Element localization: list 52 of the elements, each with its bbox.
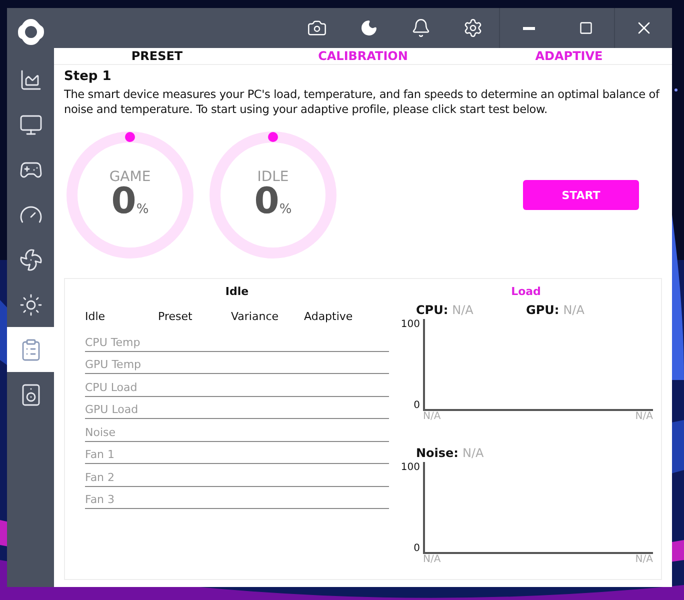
stat-value: N/A	[563, 303, 584, 319]
axis-label: 100	[400, 319, 420, 330]
column-header: Idle	[85, 310, 106, 322]
step-description: The smart device measures your PC's load, temperature, and fan speeds to determine an optimal balance of noise and temperature. To start using your adaptive profile, please click start test below.	[64, 87, 661, 117]
ring-unit: %	[136, 201, 149, 219]
monitor-icon	[18, 112, 42, 136]
settings-icon	[463, 18, 483, 38]
ring-label: GAME	[109, 169, 151, 185]
tab[interactable]: CALIBRATION	[260, 48, 466, 64]
chart-icon	[18, 68, 42, 92]
tab[interactable]: PRESET	[54, 48, 260, 64]
row-label: GPU Temp	[85, 352, 389, 374]
tab[interactable]: ADAPTIVE	[466, 48, 672, 64]
ring-value: 0	[254, 185, 280, 219]
logo-icon	[16, 17, 46, 47]
fan-icon	[18, 248, 42, 272]
row-label: Fan 2	[85, 464, 389, 486]
stat-value: N/A	[452, 303, 474, 319]
column-header: Adaptive	[304, 310, 354, 322]
bell-icon	[411, 18, 431, 38]
column-header: Variance	[231, 310, 280, 322]
axis-label: N/A	[423, 554, 441, 565]
stat-label: CPU:	[416, 303, 448, 319]
table-title: Idle	[224, 285, 250, 300]
row-label: CPU Temp	[85, 329, 389, 352]
axis-label: N/A	[635, 411, 653, 422]
axis-label: 100	[400, 462, 420, 473]
camera-icon	[307, 18, 327, 38]
sidebar-item[interactable]	[7, 327, 54, 372]
stat-label: Noise:	[416, 446, 458, 462]
axis-label: 0	[414, 400, 420, 411]
maximize-icon	[578, 21, 592, 35]
stat-value: N/A	[462, 446, 484, 462]
row-label: Noise	[85, 419, 389, 442]
column-header: Preset	[158, 310, 194, 322]
ring-value: 0	[111, 185, 136, 219]
axis-label: N/A	[423, 411, 441, 422]
moon-icon	[360, 19, 378, 37]
row-label: Fan 1	[85, 442, 389, 464]
row-label: CPU Load	[85, 374, 389, 396]
ring-label: IDLE	[257, 169, 289, 185]
axis-label: 0	[414, 543, 420, 554]
row-label: GPU Load	[85, 396, 389, 419]
axis-label: N/A	[635, 554, 653, 565]
sun-icon	[18, 292, 42, 316]
panel-title: Load	[510, 285, 542, 300]
minimize-icon	[522, 26, 534, 30]
stat-label: GPU:	[526, 303, 560, 319]
ring-unit: %	[279, 201, 292, 219]
step-title: Step 1	[64, 69, 112, 84]
row-label: Fan 3	[85, 486, 389, 509]
start-button[interactable]: START	[523, 180, 639, 210]
